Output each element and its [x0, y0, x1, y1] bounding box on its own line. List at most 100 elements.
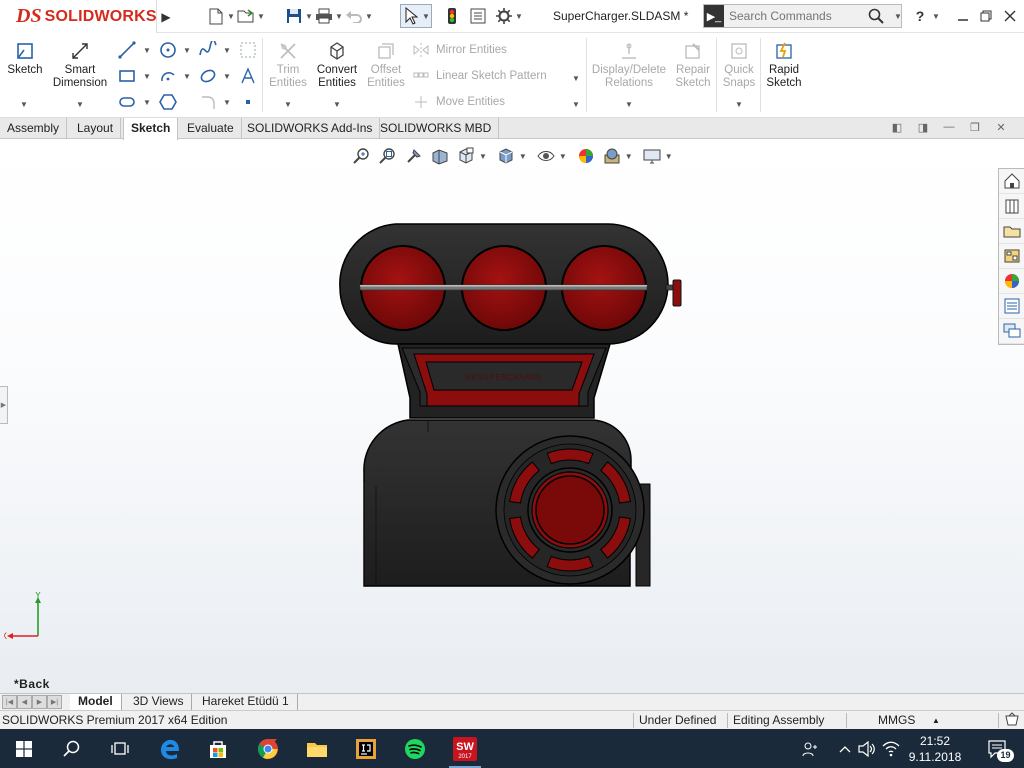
wifi-icon[interactable] — [880, 729, 902, 768]
repair-sketch-button[interactable]: Repair Sketch — [672, 40, 714, 90]
offset-entities-button[interactable]: Offset Entities — [364, 40, 408, 90]
doc-close-icon[interactable]: ✕ — [988, 118, 1014, 136]
edge-icon[interactable] — [146, 729, 194, 768]
restore-window-icon[interactable] — [976, 6, 996, 26]
print-icon[interactable] — [314, 6, 334, 26]
tab-solidworks-add-ins[interactable]: SOLIDWORKS Add-Ins — [240, 118, 381, 139]
quick-snaps-dropdown-icon[interactable]: ▼ — [735, 98, 743, 111]
move-entities-button[interactable]: Move Entities — [412, 94, 505, 110]
solidworks-forum-icon[interactable] — [999, 319, 1024, 344]
windows-start-icon[interactable] — [0, 729, 48, 768]
tile-left-icon[interactable]: ◧ — [884, 118, 910, 136]
polygon-icon[interactable] — [158, 92, 178, 112]
tab-sketch[interactable]: Sketch — [123, 118, 179, 140]
design-library-icon[interactable] — [999, 194, 1024, 219]
zoom-to-fit-icon[interactable] — [349, 145, 375, 167]
view-orientation-dropdown-icon[interactable]: ▼ — [479, 152, 487, 161]
edit-appearance-icon[interactable] — [573, 145, 599, 167]
rapid-sketch-button[interactable]: Rapid Sketch — [764, 40, 804, 90]
rectangle-icon[interactable] — [117, 66, 137, 86]
tab-solidworks-mbd[interactable]: SOLIDWORKS MBD — [373, 118, 500, 139]
display-style-dropdown-icon[interactable]: ▼ — [519, 152, 527, 161]
doc-restore-icon[interactable]: ❐ — [962, 118, 988, 136]
mirror-entities-button[interactable]: Mirror Entities — [412, 42, 507, 58]
select-icon[interactable] — [401, 6, 421, 26]
save-dropdown-icon[interactable]: ▼ — [304, 12, 314, 21]
section-view-icon[interactable] — [427, 145, 453, 167]
task-view-icon[interactable] — [96, 729, 144, 768]
smart-dimension-dropdown-icon[interactable]: ▼ — [76, 98, 84, 111]
last-tab-icon[interactable]: ▶| — [47, 695, 62, 709]
rectangle-dropdown-icon[interactable]: ▼ — [143, 72, 151, 81]
circle-icon[interactable] — [158, 40, 178, 60]
select-dropdown-icon[interactable]: ▼ — [421, 12, 431, 21]
previous-view-icon[interactable] — [401, 145, 427, 167]
line-dropdown-icon[interactable]: ▼ — [143, 46, 151, 55]
spline-icon[interactable] — [198, 40, 218, 60]
search-dropdown-icon[interactable]: ▼ — [893, 12, 903, 21]
search-icon[interactable] — [48, 729, 96, 768]
fillet-icon[interactable] — [198, 92, 218, 112]
open-icon[interactable] — [236, 6, 256, 26]
new-document-icon[interactable] — [206, 6, 226, 26]
help-button[interactable]: ? — [910, 6, 930, 26]
relations-dropdown-icon[interactable]: ▼ — [625, 98, 633, 111]
previous-tab-icon[interactable]: ◀ — [17, 695, 32, 709]
search-input[interactable] — [724, 9, 864, 23]
display-delete-relations-button[interactable]: Display/Delete Relations ▼ — [588, 40, 670, 109]
first-tab-icon[interactable]: |◀ — [2, 695, 17, 709]
options-dropdown-icon[interactable]: ▼ — [514, 12, 524, 21]
arc-icon[interactable] — [158, 66, 178, 86]
help-dropdown-icon[interactable]: ▼ — [931, 12, 941, 21]
line-icon[interactable] — [117, 40, 137, 60]
solidworks-logo[interactable]: DS SOLIDWORKS — [0, 0, 157, 33]
quick-snaps-button[interactable]: Quick Snaps ▼ — [720, 40, 758, 109]
people-icon[interactable] — [796, 729, 824, 768]
hide-show-items-icon[interactable] — [533, 145, 559, 167]
unit-system-dropdown-icon[interactable]: ▲ — [932, 716, 940, 725]
move-dropdown-icon[interactable]: ▼ — [572, 100, 580, 109]
convert-dropdown-icon[interactable]: ▼ — [333, 98, 341, 111]
smart-dimension-button[interactable]: Smart Dimension ▼ — [52, 40, 108, 109]
rebuild-icon[interactable] — [442, 6, 462, 26]
tab-assembly[interactable]: Assembly — [0, 118, 68, 139]
arc-dropdown-icon[interactable]: ▼ — [183, 72, 191, 81]
new-dropdown-icon[interactable]: ▼ — [226, 12, 236, 21]
chrome-icon[interactable] — [244, 729, 292, 768]
zoom-to-area-icon[interactable] — [375, 145, 401, 167]
close-window-icon[interactable] — [1000, 6, 1020, 26]
fillet-dropdown-icon[interactable]: ▼ — [223, 98, 231, 107]
store-icon[interactable] — [194, 729, 242, 768]
print-dropdown-icon[interactable]: ▼ — [334, 12, 344, 21]
spotify-icon[interactable] — [391, 729, 439, 768]
linear-pattern-dropdown-icon[interactable]: ▼ — [572, 74, 580, 83]
ellipse-dropdown-icon[interactable]: ▼ — [223, 72, 231, 81]
trim-entities-button[interactable]: Trim Entities ▼ — [266, 40, 310, 109]
minimize-window-icon[interactable] — [953, 6, 973, 26]
slot-dropdown-icon[interactable]: ▼ — [143, 98, 151, 107]
search-icon[interactable] — [864, 5, 888, 27]
file-explorer-pane-icon[interactable] — [999, 219, 1024, 244]
sketch-dropdown-icon[interactable]: ▼ — [20, 98, 28, 111]
tile-right-icon[interactable]: ◨ — [910, 118, 936, 136]
file-properties-icon[interactable] — [468, 6, 488, 26]
undo-icon[interactable] — [344, 6, 364, 26]
trim-dropdown-icon[interactable]: ▼ — [284, 98, 292, 111]
slot-icon[interactable] — [117, 92, 137, 112]
intellij-icon[interactable] — [342, 729, 390, 768]
display-style-icon[interactable] — [493, 145, 519, 167]
tab-motion-study[interactable]: Hareket Etüdü 1 — [194, 694, 298, 710]
system-clock[interactable]: 21:52 9.11.2018 — [905, 733, 965, 765]
circle-dropdown-icon[interactable]: ▼ — [183, 46, 191, 55]
text-icon[interactable] — [238, 66, 258, 86]
view-palette-icon[interactable] — [999, 244, 1024, 269]
view-settings-dropdown-icon[interactable]: ▼ — [665, 152, 673, 161]
tab-evaluate[interactable]: Evaluate — [180, 118, 242, 139]
notification-center-icon[interactable]: 19 — [980, 729, 1016, 768]
point-icon[interactable] — [238, 92, 258, 112]
supercharger-model[interactable]: HPSUPERCHARGE — [336, 220, 688, 588]
graphics-area[interactable]: ▼ ▼ ▼ ▼ ▼ ▶ HPSUPERCHARGE Y X *Back — [0, 140, 1024, 693]
tab-3d-views[interactable]: 3D Views — [125, 694, 193, 710]
sketch-grid-icon[interactable] — [238, 40, 258, 60]
solidworks-icon[interactable]: SW 2017 — [441, 729, 489, 768]
